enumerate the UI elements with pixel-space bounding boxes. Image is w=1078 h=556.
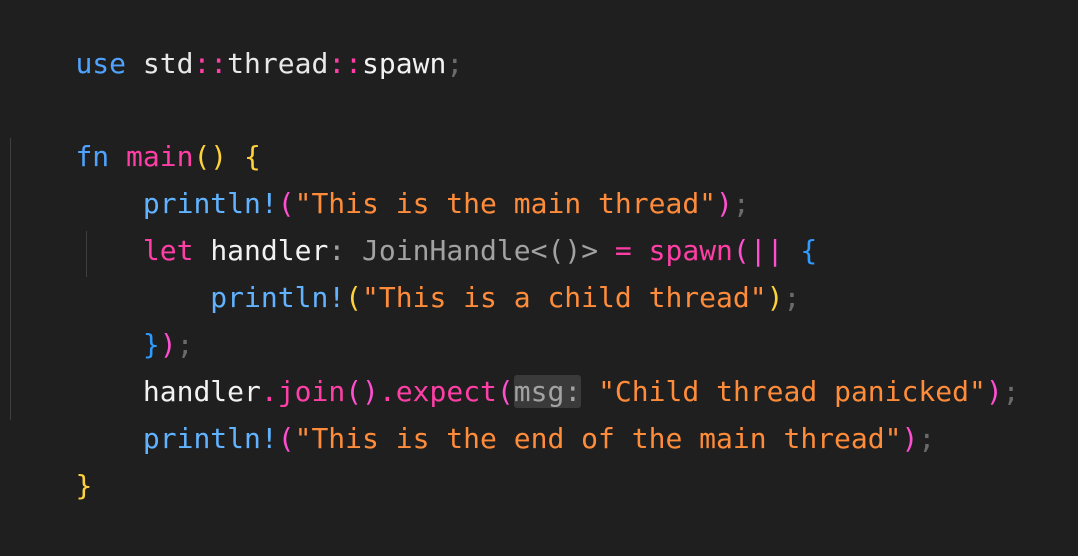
code-line-7[interactable]: }); — [8, 274, 194, 361]
path-separator: :: — [328, 47, 363, 80]
paren-open: ( — [345, 281, 363, 314]
code-line-4[interactable]: println!("This is the main thread"); — [8, 133, 750, 220]
brace-close: } — [75, 469, 93, 502]
code-editor[interactable]: use std::thread::spawn; fn main() { prin… — [8, 0, 1078, 502]
paren-close: ) — [766, 281, 784, 314]
keyword-use: use — [75, 47, 127, 80]
path-thread: thread — [227, 47, 329, 80]
semicolon: ; — [446, 47, 464, 80]
code-line-3[interactable]: fn main() { — [8, 86, 260, 173]
path-spawn: spawn — [362, 47, 447, 80]
string-literal: "This is a child thread" — [362, 281, 767, 314]
code-line-5[interactable]: let handler: JoinHandle<()> = spawn(|| { — [8, 180, 817, 267]
semicolon: ; — [918, 422, 936, 455]
macro-println: println! — [210, 281, 346, 314]
paren-open: ( — [277, 422, 295, 455]
path-separator: :: — [193, 47, 228, 80]
path-std: std — [142, 47, 194, 80]
paren-close: ) — [901, 422, 919, 455]
code-line-10[interactable]: } — [8, 415, 92, 502]
string-literal: "This is the end of the main thread" — [294, 422, 902, 455]
brace-open: { — [800, 234, 818, 267]
code-line-6[interactable]: println!("This is a child thread"); — [8, 227, 800, 314]
code-line-1[interactable]: use std::thread::spawn; — [8, 0, 463, 80]
semicolon: ; — [1002, 375, 1020, 408]
semicolon: ; — [783, 281, 801, 314]
paren-close: ) — [985, 375, 1003, 408]
code-line-8[interactable]: handler.join().expect(msg: "Child thread… — [8, 321, 1020, 408]
code-line-9[interactable]: println!("This is the end of the main th… — [8, 368, 935, 455]
macro-println: println! — [142, 422, 278, 455]
